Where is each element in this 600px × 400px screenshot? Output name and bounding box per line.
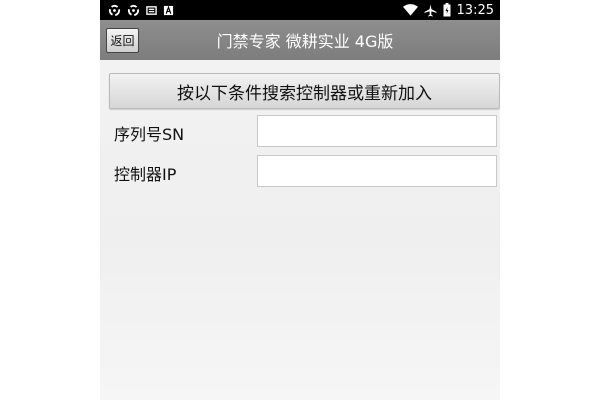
font-icon [163,5,174,16]
status-time: 13:25 [456,2,494,18]
controller-ip-input[interactable] [257,155,497,187]
battery-icon [443,3,451,17]
airplane-icon [423,3,437,17]
status-left-icons [108,4,174,17]
sync-icon [108,4,121,17]
back-button[interactable]: 返回 [106,28,139,53]
serial-number-label: 序列号SN [114,125,185,144]
title-bar: 返回 门禁专家 微耕实业 4G版 [100,20,500,60]
wifi-icon [402,4,418,16]
phone-screen: 13:25 返回 门禁专家 微耕实业 4G版 按以下条件搜索控制器或重新加入 序… [100,0,500,400]
page-title: 门禁专家 微耕实业 4G版 [216,32,394,51]
status-bar: 13:25 [100,0,500,20]
status-right-icons: 13:25 [402,2,494,18]
controller-ip-label: 控制器IP [114,165,177,184]
mail-icon [146,5,157,16]
search-controller-button[interactable]: 按以下条件搜索控制器或重新加入 [109,73,500,109]
serial-number-input[interactable] [257,115,497,147]
sync-icon [127,4,140,17]
